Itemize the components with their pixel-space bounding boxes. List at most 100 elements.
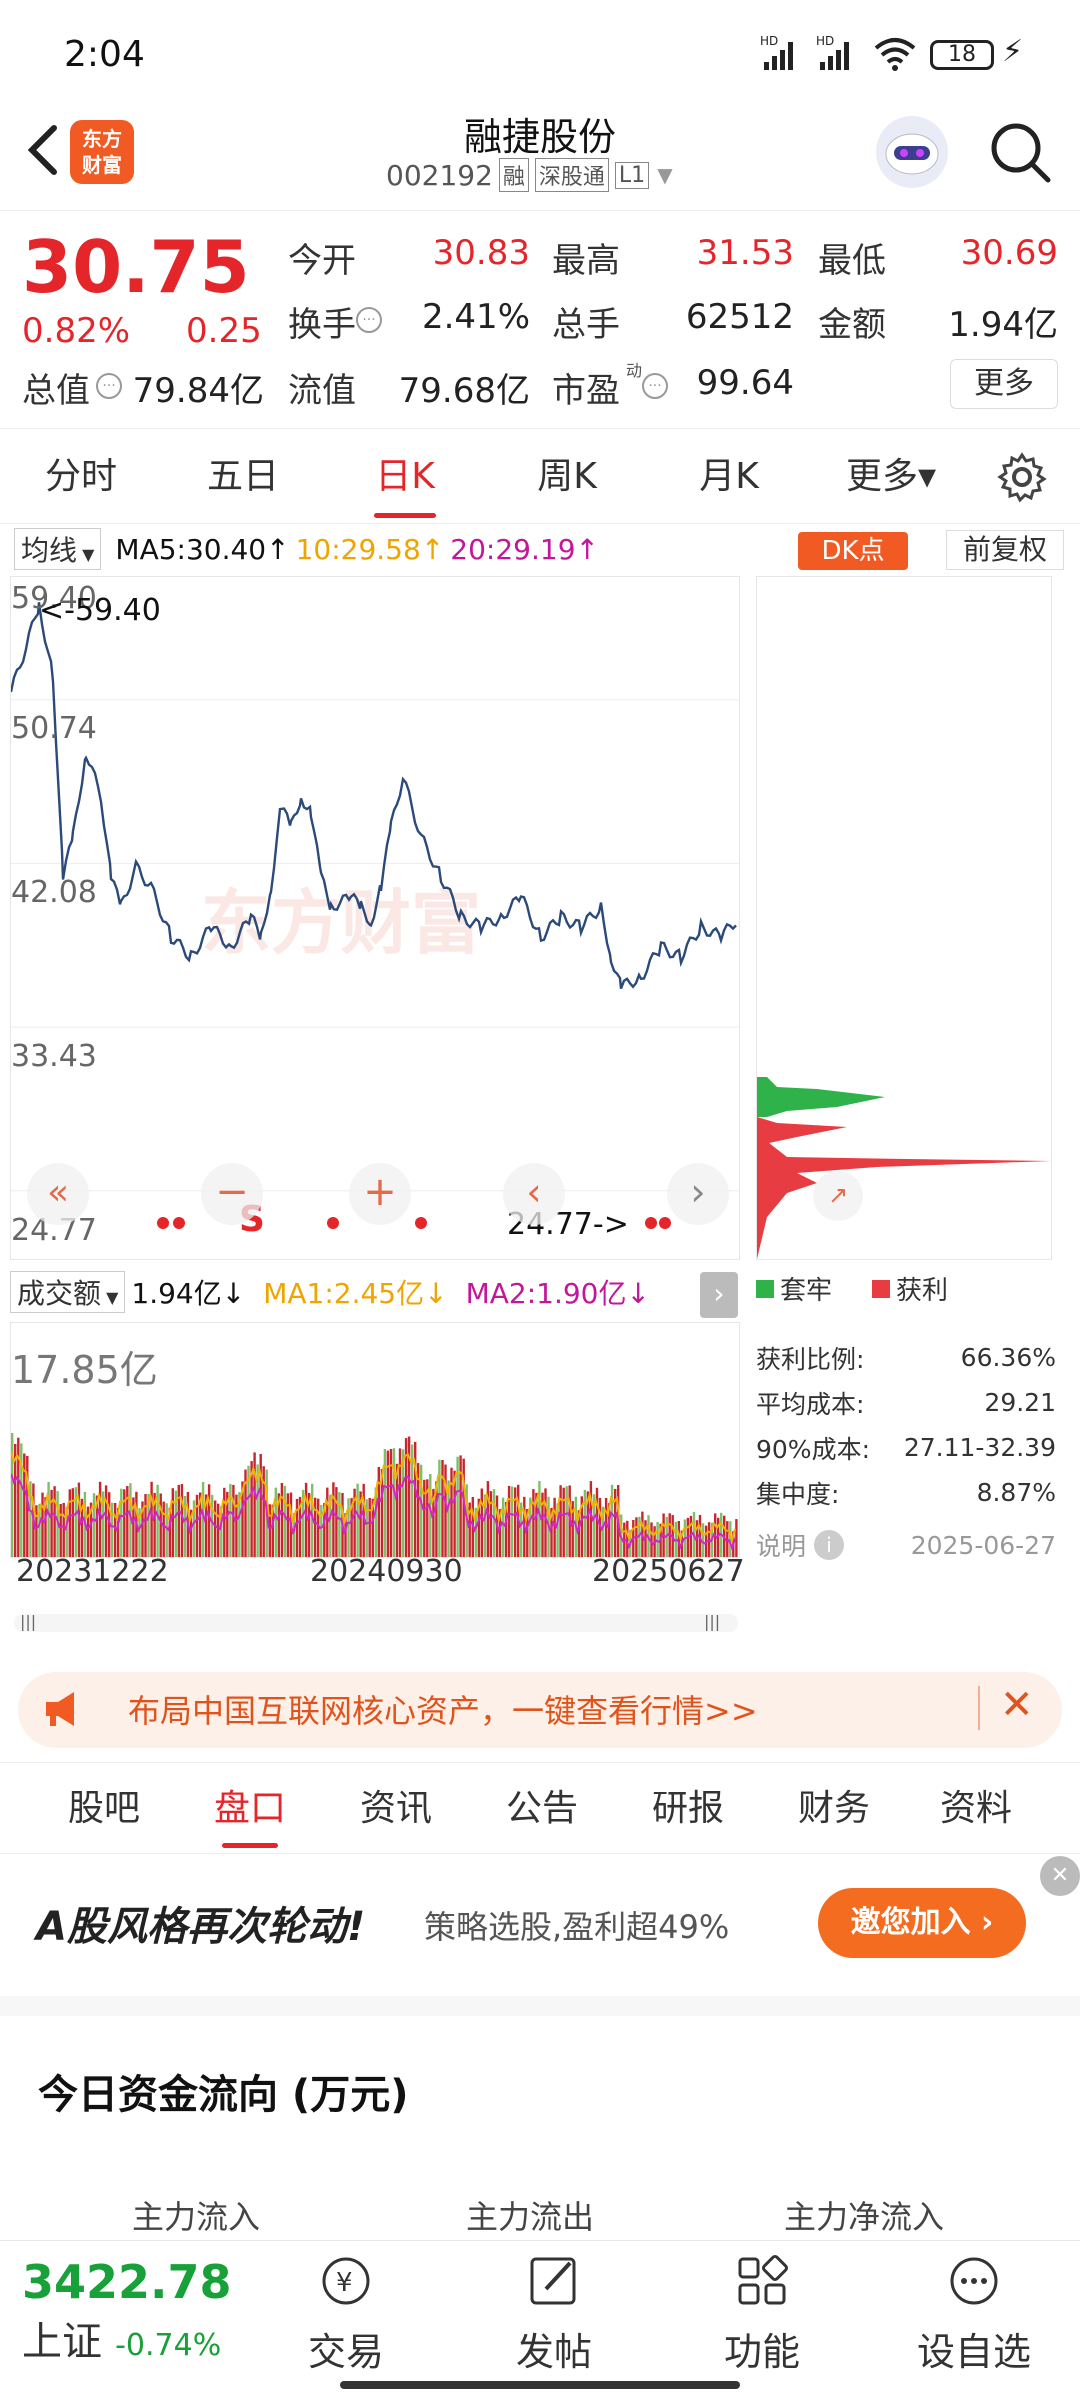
nav-post[interactable]: 发帖 <box>484 2251 624 2376</box>
scroll-left-far-button[interactable]: « <box>27 1163 89 1225</box>
close-icon[interactable]: ✕ <box>1000 1682 1034 1728</box>
slider-handle-right[interactable]: ||| <box>704 1612 720 1631</box>
nav-trade[interactable]: ¥ 交易 <box>276 2251 416 2376</box>
chip-distribution-chart[interactable]: ↗ <box>756 576 1052 1260</box>
range-slider[interactable]: ||| ||| <box>14 1612 738 1632</box>
scroll-right-button[interactable]: › <box>667 1163 729 1225</box>
volume-bar <box>450 1467 453 1557</box>
tab-guba[interactable]: 股吧 <box>44 1763 164 1855</box>
tab-weekly-k[interactable]: 周K <box>502 429 632 525</box>
mktcap-label: 总值 <box>22 371 90 411</box>
profit-legend-swatch <box>872 1279 891 1298</box>
volume-bar <box>235 1494 238 1557</box>
period-tabs: 分时 五日 日K 周K 月K 更多▾ <box>0 428 1080 524</box>
volume-bar <box>356 1483 359 1557</box>
volume-bar <box>41 1492 44 1557</box>
nav-functions[interactable]: 功能 <box>692 2251 832 2376</box>
tab-five-day[interactable]: 五日 <box>178 429 308 525</box>
ad-banner[interactable]: A股风格再次轮动! 策略选股,盈利超49% 邀您加入 › ✕ <box>0 1856 1080 1992</box>
volume-label: 总手 <box>552 305 620 345</box>
home-indicator <box>340 2381 740 2389</box>
float-value: 79.68亿 <box>398 371 530 411</box>
volume-bar <box>71 1488 74 1557</box>
signal-icon: HD <box>760 34 800 76</box>
join-button[interactable]: 邀您加入 › <box>818 1888 1026 1958</box>
fund-flow-section: 今日资金流向 (万元) 主力流入 主力流出 主力净流入 <box>0 1996 1080 2240</box>
zoom-out-button[interactable]: − <box>201 1163 263 1225</box>
date-label: 20240930 <box>310 1554 463 1589</box>
volume-bar <box>211 1494 214 1557</box>
tab-profile[interactable]: 资料 <box>916 1763 1036 1855</box>
more-icon <box>950 2257 998 2305</box>
volume-bar <box>604 1498 608 1557</box>
section-tabs: 股吧 盘口 资讯 公告 研报 财务 资料 <box>0 1762 1080 1854</box>
tab-finance[interactable]: 财务 <box>774 1763 894 1855</box>
ma5-value: MA5:30.40↑ <box>115 532 290 566</box>
ma10-value: 10:29.58↑ <box>295 532 445 566</box>
price-chart[interactable]: 东方财富 59.40 50.74 42.08 33.43 24.77 <-59.… <box>10 576 740 1260</box>
volume-selector[interactable]: 成交额 ▼ <box>10 1271 126 1313</box>
level-tag: L1 <box>614 161 650 189</box>
expand-panel-button[interactable]: › <box>700 1272 738 1318</box>
info-icon[interactable]: ··· <box>356 307 382 333</box>
volume-bar <box>53 1486 56 1557</box>
chip-row: 90%成本: 27.11-32.39 <box>756 1433 1056 1464</box>
volume-bar <box>229 1483 232 1557</box>
tab-research[interactable]: 研报 <box>628 1763 748 1855</box>
search-icon[interactable] <box>986 118 1056 192</box>
adjust-button[interactable]: 前复权 <box>946 530 1064 570</box>
robot-assistant-icon[interactable] <box>876 116 948 188</box>
tab-more-periods[interactable]: 更多▾ <box>826 429 956 525</box>
tab-monthly-k[interactable]: 月K <box>664 429 794 525</box>
slider-handle-left[interactable]: ||| <box>20 1612 36 1631</box>
more-button[interactable]: 更多 <box>950 359 1058 409</box>
open-label: 今开 <box>288 241 356 281</box>
tab-news[interactable]: 资讯 <box>336 1763 456 1855</box>
tab-daily-k[interactable]: 日K <box>340 429 470 525</box>
index-ticker[interactable]: 3422.78 上证 -0.74% <box>22 2255 262 2367</box>
stock-header: 东方 财富 融捷股份 002192 融 深股通 L1 ▼ <box>0 100 1080 210</box>
pe-sup: 动 <box>626 361 643 380</box>
quote-panel: 30.75 0.82% 0.25 今开 30.83 最高 31.53 最低 30… <box>0 210 1080 420</box>
volume-bar <box>104 1485 108 1557</box>
chip-note-row[interactable]: 说明 i 2025-06-27 <box>756 1515 1056 1575</box>
ma-selector[interactable]: 均线 ▼ <box>14 528 102 570</box>
nav-add-watchlist[interactable]: 设自选 <box>904 2251 1044 2376</box>
volume-bar <box>532 1489 535 1557</box>
info-icon[interactable]: ··· <box>96 373 122 399</box>
low-label: 最低 <box>818 241 886 281</box>
dk-point-button[interactable]: DK点 <box>798 532 908 570</box>
volume-bar <box>332 1482 335 1557</box>
volume-value: 62512 <box>685 297 794 337</box>
tab-intraday[interactable]: 分时 <box>16 429 146 525</box>
battery-icon: 18 <box>930 40 994 70</box>
zoom-in-button[interactable]: + <box>349 1163 411 1225</box>
chip-stats: 套牢 获利 获利比例: 66.36% 平均成本: 29.21 90%成本: 27.11… <box>756 1264 1056 1575</box>
volume-bar <box>486 1481 490 1557</box>
ad-headline: A股风格再次轮动! <box>36 1904 366 1950</box>
tab-pankou[interactable]: 盘口 <box>190 1763 310 1855</box>
info-icon[interactable]: i <box>814 1530 845 1560</box>
chip-row: 获利比例: 66.36% <box>756 1343 1056 1374</box>
stock-code-row[interactable]: 002192 融 深股通 L1 ▼ <box>386 158 673 192</box>
wifi-icon <box>872 36 918 76</box>
volume-bar <box>320 1505 323 1557</box>
tick-label: 42.08 <box>11 875 97 910</box>
volume-bar <box>314 1497 317 1557</box>
tab-announcements[interactable]: 公告 <box>482 1763 602 1855</box>
signal-dot <box>173 1217 185 1229</box>
volume-bar <box>286 1493 290 1557</box>
volume-chart[interactable]: 17.85亿 <box>10 1322 740 1558</box>
profit-legend: 获利 <box>896 1276 949 1306</box>
volume-bar <box>559 1485 562 1557</box>
fund-flow-col: 主力流出 <box>466 2198 595 2236</box>
promo-banner[interactable]: 布局中国互联网核心资产，一键查看行情>> ✕ <box>18 1672 1062 1748</box>
stock-code: 002192 <box>386 158 493 192</box>
scroll-left-button[interactable]: ‹ <box>503 1163 565 1225</box>
gear-icon[interactable] <box>996 451 1048 507</box>
change-amount: 0.25 <box>186 311 262 351</box>
expand-icon[interactable]: ↗ <box>813 1171 863 1221</box>
close-icon[interactable]: ✕ <box>1040 1856 1080 1896</box>
volume-bar <box>510 1486 514 1557</box>
turnover-value: 2.41% <box>421 297 530 337</box>
